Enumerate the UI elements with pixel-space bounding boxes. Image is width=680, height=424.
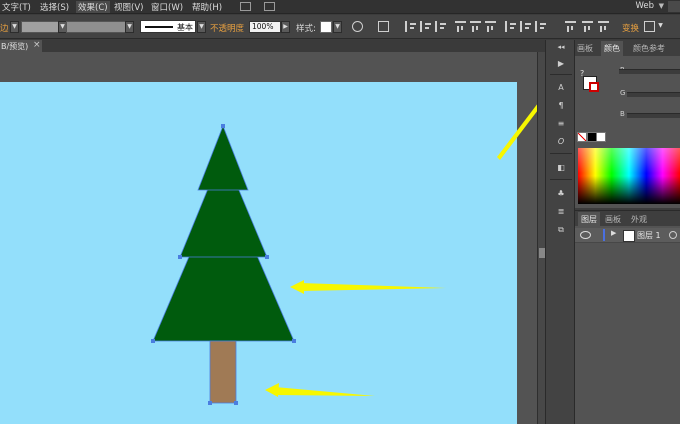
- menu-bar: 文字(T) 选择(S) 效果(C) 视图(V) 窗口(W) 帮助(H) Web …: [0, 0, 680, 14]
- layers-panel: 图层 画板 外观 ▶ 图层 1: [575, 210, 680, 424]
- chevron-down-icon[interactable]: ▼: [197, 21, 206, 33]
- recolor-artwork-icon[interactable]: [352, 21, 363, 32]
- color-panel-tabs: 画板 颜色 颜色参考: [575, 40, 680, 57]
- document-tab-title: B/预览): [1, 42, 29, 51]
- artwork[interactable]: [0, 82, 517, 424]
- control-bar: 边 ▼ ▼ ▼ 基本 ▼ 不透明度 100% ▶ 样式: ▼ 变换 ▼: [0, 15, 680, 39]
- align-top-icon[interactable]: [455, 21, 466, 32]
- layer-color-bar: [603, 229, 605, 241]
- menu-select[interactable]: 选择(S): [40, 1, 69, 13]
- stroke-label[interactable]: 边: [0, 22, 9, 34]
- chevron-right-icon[interactable]: ▶: [281, 21, 290, 33]
- pathfinder-icon[interactable]: ◧: [555, 162, 567, 173]
- align-vertical-center-icon[interactable]: [470, 21, 481, 32]
- stroke-swatch[interactable]: [589, 82, 599, 92]
- chevron-down-icon[interactable]: ▼: [656, 21, 665, 33]
- menu-effect[interactable]: 效果(C): [76, 1, 110, 13]
- menu-view[interactable]: 视图(V): [114, 1, 143, 13]
- distribute-horizontal-center-icon[interactable]: [582, 21, 593, 32]
- opacity-input[interactable]: 100%: [249, 21, 281, 33]
- layer-row[interactable]: ▶ 图层 1: [575, 228, 680, 243]
- annotation-arrow-trunk: [265, 383, 375, 397]
- layer-name[interactable]: 图层 1: [637, 230, 661, 241]
- align-horizontal-center-icon[interactable]: [420, 21, 431, 32]
- stroke-weight-field[interactable]: [21, 21, 59, 33]
- glyphs-icon[interactable]: O: [555, 136, 567, 147]
- isolate-icon[interactable]: [644, 21, 655, 32]
- search-input[interactable]: [668, 1, 680, 12]
- brush-label: 基本: [177, 23, 193, 32]
- arrange-documents-icon[interactable]: [264, 2, 275, 11]
- tab-color-guide[interactable]: 颜色参考: [633, 43, 665, 54]
- tab-layers[interactable]: 图层: [578, 212, 600, 228]
- brush-definition[interactable]: 基本: [140, 20, 196, 33]
- opentype-icon[interactable]: ≡: [555, 118, 567, 129]
- tab-artboards[interactable]: 画板: [577, 43, 593, 54]
- tab-appearance[interactable]: 外观: [631, 214, 647, 225]
- tab-color[interactable]: 颜色: [601, 41, 623, 57]
- paragraph-icon[interactable]: ¶: [555, 100, 567, 111]
- brush-stroke-preview: [145, 26, 173, 28]
- layer-thumbnail: [623, 230, 635, 242]
- close-icon[interactable]: ×: [33, 40, 41, 50]
- align-left-icon[interactable]: [405, 21, 416, 32]
- chevron-down-icon[interactable]: ▼: [125, 21, 134, 33]
- channel-b-label: B: [620, 110, 625, 118]
- tree-trunk[interactable]: [209, 340, 237, 404]
- none-swatch[interactable]: [577, 132, 587, 142]
- stroke-panel-icon[interactable]: ≣: [555, 206, 567, 217]
- chevron-down-icon[interactable]: ▼: [333, 21, 342, 33]
- layer-target-icon[interactable]: [669, 231, 677, 239]
- channel-g-slider[interactable]: [627, 92, 680, 97]
- color-spectrum[interactable]: [578, 148, 680, 204]
- panel-dock: ◂◂ ▶ A ¶ ≡ O ◧ ♣ ≣ ⧉: [545, 40, 575, 424]
- opacity-label[interactable]: 不透明度: [210, 22, 244, 34]
- vertical-scrollbar[interactable]: [537, 52, 545, 424]
- distribute-bottom-icon[interactable]: [535, 21, 546, 32]
- layers-panel-tabs: 图层 画板 外观: [575, 211, 680, 228]
- collapse-dock-icon[interactable]: ◂◂: [555, 42, 567, 53]
- links-icon[interactable]: ⧉: [555, 224, 567, 235]
- white-swatch[interactable]: [596, 132, 606, 142]
- chevron-down-icon[interactable]: ▼: [659, 2, 664, 10]
- bridge-icon[interactable]: [240, 2, 251, 11]
- align-bottom-icon[interactable]: [485, 21, 496, 32]
- channel-g-label: G: [620, 89, 626, 97]
- menu-help[interactable]: 帮助(H): [192, 1, 222, 13]
- menu-window[interactable]: 窗口(W): [151, 1, 183, 13]
- variable-width-profile[interactable]: [66, 21, 126, 33]
- distribute-right-icon[interactable]: [598, 21, 609, 32]
- play-action-icon[interactable]: ▶: [555, 58, 567, 69]
- channel-r-slider[interactable]: [619, 69, 680, 74]
- tree-top-layer[interactable]: [197, 124, 249, 191]
- style-label: 样式:: [296, 24, 316, 34]
- workspace-switcher[interactable]: Web: [635, 1, 654, 11]
- graphic-style-swatch[interactable]: [320, 21, 332, 33]
- annotation-arrow-tree: [290, 280, 446, 294]
- align-to-icon[interactable]: [378, 21, 389, 32]
- channel-b-slider[interactable]: [627, 113, 680, 118]
- document-tab-bar: B/预览) ×: [0, 40, 545, 52]
- tab-artboards[interactable]: 画板: [605, 214, 621, 225]
- character-icon[interactable]: A: [555, 82, 567, 93]
- distribute-top-icon[interactable]: [505, 21, 516, 32]
- align-right-icon[interactable]: [435, 21, 446, 32]
- eye-icon[interactable]: [580, 231, 591, 239]
- color-panel: 画板 颜色 颜色参考 ? R G B: [575, 40, 680, 208]
- document-tab[interactable]: B/预览) ×: [0, 40, 42, 52]
- chevron-down-icon[interactable]: ▼: [10, 21, 19, 33]
- distribute-center-icon[interactable]: [520, 21, 531, 32]
- transform-link[interactable]: 变换: [622, 22, 639, 34]
- symbols-icon[interactable]: ♣: [555, 188, 567, 199]
- distribute-left-icon[interactable]: [565, 21, 576, 32]
- chevron-right-icon[interactable]: ▶: [611, 229, 616, 237]
- menu-type[interactable]: 文字(T): [2, 1, 31, 13]
- artboard[interactable]: [0, 82, 517, 424]
